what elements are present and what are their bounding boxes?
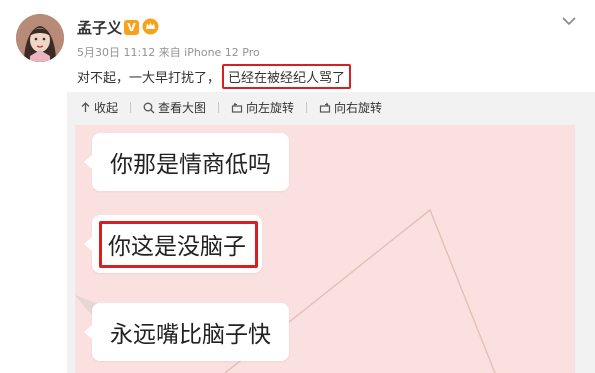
member-crown-icon xyxy=(142,18,159,35)
verified-icon: V xyxy=(124,20,139,35)
username[interactable]: 孟子义 xyxy=(77,17,122,38)
rotate-right-label: 向右旋转 xyxy=(334,101,383,115)
avatar[interactable] xyxy=(16,14,64,62)
rotate-left-button[interactable]: 向左旋转 xyxy=(231,99,294,116)
chat-bubble-text: 永远嘴比脑子快 xyxy=(110,322,271,348)
view-large-button[interactable]: 查看大图 xyxy=(143,99,206,116)
view-large-label: 查看大图 xyxy=(158,101,207,115)
collapse-icon xyxy=(81,102,90,112)
post-text-prefix: 对不起，一大早打扰了， xyxy=(77,71,221,86)
avatar-image xyxy=(16,14,64,62)
rotate-left-label: 向左旋转 xyxy=(246,101,295,115)
rotate-right-button[interactable]: 向右旋转 xyxy=(319,99,382,116)
chat-bubble: 你这是没脑子 xyxy=(84,215,262,273)
zoom-icon xyxy=(143,102,155,113)
chat-bubble: 永远嘴比脑子快 xyxy=(84,303,289,361)
rotate-left-icon xyxy=(231,102,243,113)
bubble-tail xyxy=(84,237,92,251)
toolbar-divider xyxy=(306,102,308,113)
chevron-down-icon[interactable] xyxy=(561,14,577,28)
toolbar-divider xyxy=(218,102,220,113)
post-image[interactable]: 你那是情商低吗 你这是没脑子 永远嘴比脑子快 xyxy=(75,125,575,373)
media-toolbar: 收起 查看大图 向左旋转 向右旋转 xyxy=(80,99,394,116)
bubble-tail xyxy=(84,325,92,339)
collapse-label: 收起 xyxy=(94,101,119,115)
post-text-highlight: 已经在被经纪人骂了 xyxy=(222,64,352,89)
chat-bubble-text: 你那是情商低吗 xyxy=(110,152,271,178)
post-meta: 5月30日 11:12 来自 iPhone 12 Pro xyxy=(77,46,260,59)
chat-bubble: 你那是情商低吗 xyxy=(84,133,289,191)
post-text: 对不起，一大早打扰了， 已经在被经纪人骂了 xyxy=(77,64,352,89)
bubble-tail xyxy=(84,155,92,169)
toolbar-divider xyxy=(130,102,132,113)
highlight-box xyxy=(99,221,258,268)
rotate-right-icon xyxy=(319,102,331,113)
collapse-button[interactable]: 收起 xyxy=(80,99,118,116)
